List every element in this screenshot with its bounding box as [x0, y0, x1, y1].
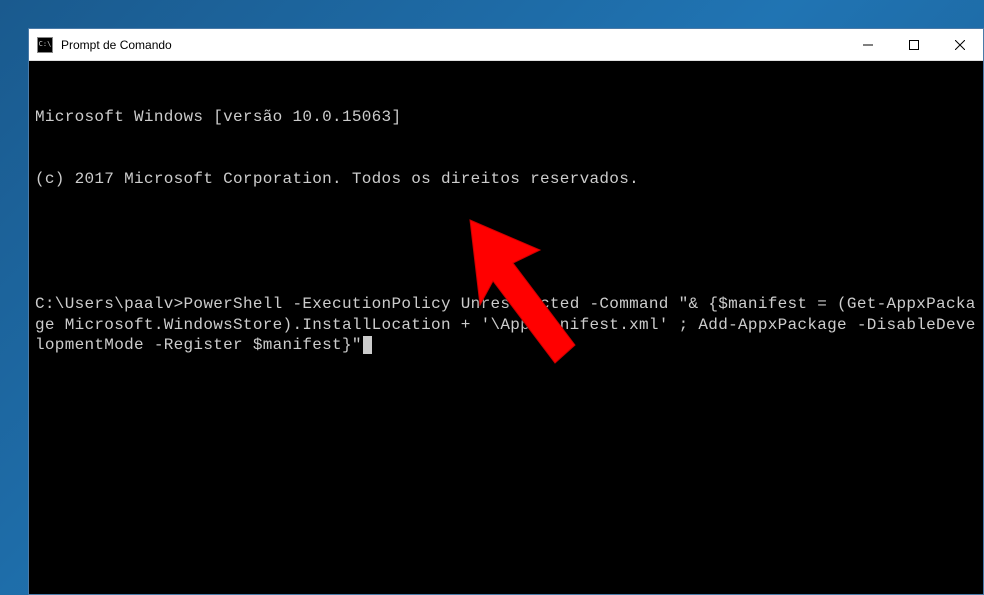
cursor [363, 336, 372, 354]
cmd-icon: C:\ [37, 37, 53, 53]
minimize-button[interactable] [845, 29, 891, 60]
close-icon [955, 40, 965, 50]
terminal-header-line2: (c) 2017 Microsoft Corporation. Todos os… [35, 169, 977, 190]
minimize-icon [863, 40, 873, 50]
window-controls [845, 29, 983, 60]
terminal-content[interactable]: Microsoft Windows [versão 10.0.15063] (c… [29, 61, 983, 594]
blank-line [35, 231, 977, 252]
close-button[interactable] [937, 29, 983, 60]
maximize-icon [909, 40, 919, 50]
prompt: C:\Users\paalv> [35, 295, 184, 313]
maximize-button[interactable] [891, 29, 937, 60]
titlebar-left: C:\ Prompt de Comando [29, 37, 172, 53]
command-prompt-window: C:\ Prompt de Comando Micr [28, 28, 984, 595]
command-line: C:\Users\paalv>PowerShell -ExecutionPoli… [35, 294, 977, 356]
window-title: Prompt de Comando [61, 38, 172, 52]
terminal-header-line1: Microsoft Windows [versão 10.0.15063] [35, 107, 977, 128]
titlebar[interactable]: C:\ Prompt de Comando [29, 29, 983, 61]
